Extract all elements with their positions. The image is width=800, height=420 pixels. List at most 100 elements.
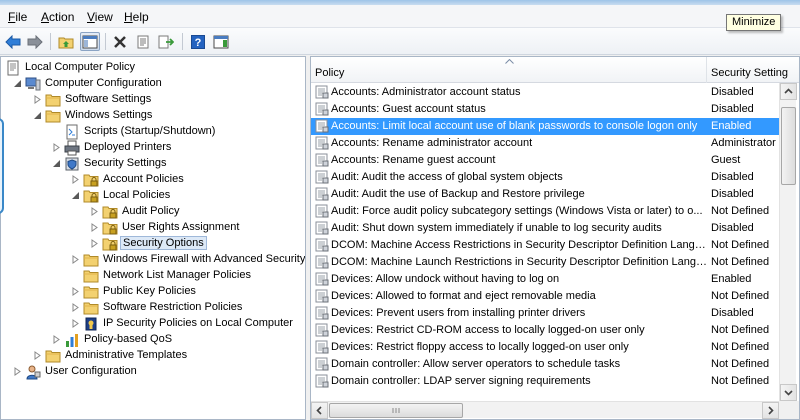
folder-icon xyxy=(83,302,99,315)
policy-name: Accounts: Guest account status xyxy=(331,103,486,115)
delete-button[interactable] xyxy=(110,32,130,51)
collapsed-triangle-icon[interactable] xyxy=(52,143,61,152)
scroll-right-button[interactable] xyxy=(762,402,779,419)
security-setting-value: Not Defined xyxy=(711,341,770,353)
collapsed-triangle-icon[interactable] xyxy=(71,319,80,328)
vertical-scroll-thumb[interactable] xyxy=(781,107,796,185)
policy-list-pane: Policy Security Setting Accounts: Admini… xyxy=(310,56,800,420)
table-row[interactable]: Audit: Audit the access of global system… xyxy=(311,169,779,186)
collapsed-triangle-icon[interactable] xyxy=(71,303,80,312)
collapsed-triangle-icon[interactable] xyxy=(71,287,80,296)
menu-file[interactable]: File xyxy=(8,10,27,24)
collapsed-triangle-icon[interactable] xyxy=(33,95,42,104)
table-row[interactable]: Devices: Restrict floppy access to local… xyxy=(311,339,779,356)
tree-item-software-settings[interactable]: Software Settings xyxy=(1,92,305,108)
collapsed-triangle-icon[interactable] xyxy=(71,255,80,264)
help-button[interactable]: ? xyxy=(188,32,208,51)
policy-setting-icon xyxy=(315,170,329,184)
tree-item-label: Security Settings xyxy=(84,157,167,169)
tree-item-policy-based-qos[interactable]: Policy-based QoS xyxy=(1,332,305,348)
vertical-scrollbar[interactable] xyxy=(779,83,797,403)
console-tree[interactable]: Local Computer Policy Computer Configurat… xyxy=(0,56,306,420)
table-row[interactable]: Domain controller: Allow server operator… xyxy=(311,356,779,373)
table-row[interactable]: Accounts: Administrator account status Di… xyxy=(311,84,779,101)
tree-item-windows-settings[interactable]: Windows Settings xyxy=(1,108,305,124)
policy-name: Audit: Audit the access of global system… xyxy=(331,171,563,183)
tree-item-audit-policy[interactable]: Audit Policy xyxy=(1,204,305,220)
column-header-security-setting[interactable]: Security Setting xyxy=(708,57,799,83)
collapsed-triangle-icon[interactable] xyxy=(52,335,61,344)
tree-item-label: Account Policies xyxy=(103,173,184,185)
computer-icon xyxy=(25,77,41,91)
tree-item-local-policies[interactable]: Local Policies xyxy=(1,188,305,204)
table-row[interactable]: Devices: Restrict CD-ROM access to local… xyxy=(311,322,779,339)
tree-item-local-computer-policy[interactable]: Local Computer Policy xyxy=(1,60,305,76)
back-button[interactable] xyxy=(3,32,23,51)
expanded-triangle-icon[interactable] xyxy=(13,79,22,88)
table-row[interactable]: Accounts: Rename guest account Guest xyxy=(311,152,779,169)
policy-name: Audit: Force audit policy subcategory se… xyxy=(331,205,703,217)
collapsed-triangle-icon[interactable] xyxy=(33,351,42,360)
scroll-down-button[interactable] xyxy=(780,384,797,401)
tree-item-account-policies[interactable]: Account Policies xyxy=(1,172,305,188)
tree-item-scripts-startup-shutdown[interactable]: Scripts (Startup/Shutdown) xyxy=(1,124,305,140)
tree-item-label: Windows Firewall with Advanced Security xyxy=(103,253,306,265)
table-row[interactable]: Accounts: Limit local account use of bla… xyxy=(311,118,779,135)
chevron-left-icon xyxy=(316,406,322,415)
sort-ascending-icon xyxy=(505,59,514,64)
menu-view[interactable]: View xyxy=(87,10,113,24)
table-row[interactable]: DCOM: Machine Launch Restrictions in Sec… xyxy=(311,254,779,271)
table-row[interactable]: Devices: Allow undock without having to … xyxy=(311,271,779,288)
collapsed-triangle-icon[interactable] xyxy=(90,223,99,232)
collapsed-triangle-icon[interactable] xyxy=(90,207,99,216)
tree-item-software-restriction-policies[interactable]: Software Restriction Policies xyxy=(1,300,305,316)
table-row[interactable]: Devices: Prevent users from installing p… xyxy=(311,305,779,322)
menu-help[interactable]: Help xyxy=(124,10,149,24)
policy-name: Devices: Prevent users from installing p… xyxy=(331,307,586,319)
tree-item-network-list-manager-policies[interactable]: Network List Manager Policies xyxy=(1,268,305,284)
up-one-level-button[interactable] xyxy=(56,32,76,51)
chevron-up-icon xyxy=(784,88,793,94)
forward-button[interactable] xyxy=(25,32,45,51)
tree-item-administrative-templates[interactable]: Administrative Templates xyxy=(1,348,305,364)
up-folder-icon xyxy=(58,37,74,48)
tree-item-user-configuration[interactable]: User Configuration xyxy=(1,364,305,380)
svg-text:?: ? xyxy=(195,37,202,49)
table-row[interactable]: Accounts: Guest account status Disabled xyxy=(311,101,779,118)
policy-name: Devices: Allowed to format and eject rem… xyxy=(331,290,596,302)
show-hide-action-pane-button[interactable] xyxy=(211,32,231,51)
collapsed-triangle-icon[interactable] xyxy=(13,367,22,376)
tree-item-security-options[interactable]: Security Options xyxy=(1,236,305,252)
collapsed-triangle-icon[interactable] xyxy=(90,239,99,248)
collapsed-triangle-icon[interactable] xyxy=(71,175,80,184)
table-row[interactable]: Audit: Force audit policy subcategory se… xyxy=(311,203,779,220)
show-hide-console-tree-button[interactable] xyxy=(80,32,100,51)
table-row[interactable]: DCOM: Machine Access Restrictions in Sec… xyxy=(311,237,779,254)
tree-item-security-settings[interactable]: Security Settings xyxy=(1,156,305,172)
security-setting-value: Disabled xyxy=(711,188,754,200)
toolbar-separator xyxy=(182,33,183,50)
expanded-triangle-icon[interactable] xyxy=(71,191,80,200)
horizontal-scroll-thumb[interactable] xyxy=(329,403,463,418)
tree-item-computer-configuration[interactable]: Computer Configuration xyxy=(1,76,305,92)
export-list-button[interactable] xyxy=(156,32,176,51)
tree-item-user-rights-assignment[interactable]: User Rights Assignment xyxy=(1,220,305,236)
tree-item-public-key-policies[interactable]: Public Key Policies xyxy=(1,284,305,300)
expanded-triangle-icon[interactable] xyxy=(33,111,42,120)
tree-item-label: Computer Configuration xyxy=(45,77,162,89)
expanded-triangle-icon[interactable] xyxy=(52,159,61,168)
tree-item-ip-security-policies-on-local-computer[interactable]: IP Security Policies on Local Computer xyxy=(1,316,305,332)
scroll-left-button[interactable] xyxy=(311,402,328,419)
table-row[interactable]: Domain controller: LDAP server signing r… xyxy=(311,373,779,390)
table-row[interactable]: Devices: Allowed to format and eject rem… xyxy=(311,288,779,305)
properties-button[interactable] xyxy=(133,32,153,51)
table-row[interactable]: Audit: Audit the use of Backup and Resto… xyxy=(311,186,779,203)
horizontal-scrollbar[interactable] xyxy=(311,401,779,419)
tree-item-deployed-printers[interactable]: Deployed Printers xyxy=(1,140,305,156)
table-row[interactable]: Accounts: Rename administrator account Ad… xyxy=(311,135,779,152)
menu-action[interactable]: Action xyxy=(41,10,74,24)
scroll-up-button[interactable] xyxy=(780,83,797,100)
security-setting-value: Administrator xyxy=(711,137,776,149)
table-row[interactable]: Audit: Shut down system immediately if u… xyxy=(311,220,779,237)
tree-item-windows-firewall-with-advanced-security[interactable]: Windows Firewall with Advanced Security xyxy=(1,252,306,268)
